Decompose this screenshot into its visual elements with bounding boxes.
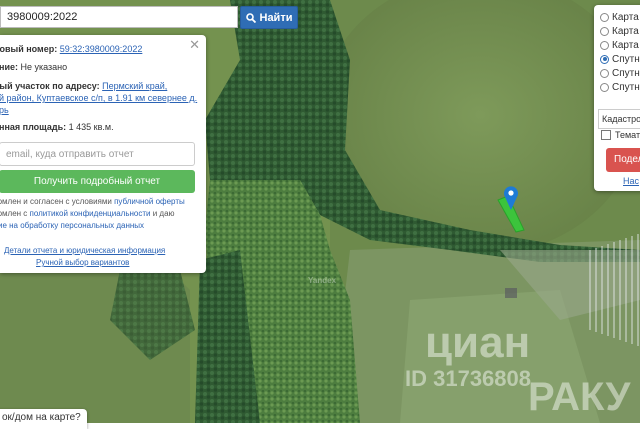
terms-line-2-end: и даю [150,209,175,218]
report-details-link[interactable]: Детали отчета и юридическая информация [4,246,165,255]
radio-button-checked[interactable] [600,54,609,64]
map-pin-icon[interactable] [503,185,519,211]
address-link-1[interactable]: Пермский край, [102,81,167,91]
privacy-link[interactable]: политикой конфиденциальности [30,209,151,218]
get-report-button[interactable]: Получить подробный отчет [0,170,195,193]
find-house-on-map-button[interactable]: ок/дом на карте? [0,409,87,429]
radio-button[interactable] [600,26,609,36]
area-value: 1 435 кв.м. [68,122,114,132]
address-link-3[interactable]: арь [0,105,9,115]
address-label: ный участок по адресу: [0,81,100,91]
brand-watermark: РАКУ [528,375,631,419]
address-row: ный участок по адресу: Пермский край, ий… [0,80,197,116]
share-button[interactable]: Подел [606,148,640,172]
settings-link[interactable]: Нас [623,176,639,186]
layer-panel: Карта Карта Карта Спутн Спутн Спутн Када… [594,5,640,191]
cadastral-number-link[interactable]: 59:32:3980009:2022 [60,44,143,54]
listing-id-watermark: ID 31736808 [405,366,531,391]
layer-option[interactable]: Карта [600,39,639,51]
layer-label: Спутн [612,81,640,93]
find-button-label: Найти [259,11,293,24]
offer-link[interactable]: публичной оферты [114,197,185,206]
layer-option-selected[interactable]: Спутн [600,53,640,65]
search-input[interactable]: 3980009:2022 [0,6,238,28]
thematic-label: Темати [615,130,640,140]
radio-button[interactable] [600,40,609,50]
kadastr-select[interactable]: Кадастров [598,109,640,129]
radio-button[interactable] [600,12,609,22]
radio-button[interactable] [600,68,609,78]
layer-label: Спутн [612,67,640,79]
terms-line-2: комлен с [0,209,28,218]
thematic-toggle[interactable]: Темати [601,130,640,140]
layer-option[interactable]: Спутн [600,67,640,79]
cadastral-number-row: ровый номер: 59:32:3980009:2022 [0,43,194,55]
manual-choice-link[interactable]: Ручной выбор вариантов [36,258,129,267]
purpose-label: ение: [0,62,18,72]
layer-label: Карта [612,25,639,37]
cian-watermark: циан [425,318,531,367]
search-icon [245,12,256,23]
layer-option[interactable]: Карта [600,25,639,37]
layer-option[interactable]: Спутн [600,81,640,93]
radio-button[interactable] [600,82,609,92]
plot-info-popup: ✕ ровый номер: 59:32:3980009:2022 ение: … [0,35,206,273]
area-label: енная площадь: [0,122,67,132]
cadastral-label: ровый номер: [0,44,58,54]
layer-label: Карта [612,11,639,23]
email-input[interactable]: email, куда отправить отчет [0,142,195,166]
purpose-row: ение: Не указано [0,61,194,73]
layer-label: Карта [612,39,639,51]
layer-option[interactable]: Карта [600,11,639,23]
address-link-2[interactable]: ий район, Куптаевское с/п, в 1.91 км сев… [0,93,197,103]
terms-line-1: комлен и согласен с условиями [0,197,115,206]
layer-label: Спутн [612,53,640,65]
find-button[interactable]: Найти [240,6,298,29]
yandex-watermark: Yandex [308,276,337,285]
area-row: енная площадь: 1 435 кв.м. [0,121,194,133]
terms-text: комлен и согласен с условиями публичной … [0,196,194,232]
personal-data-link[interactable]: сие на обработку персональных данных [0,221,144,230]
purpose-value: Не указано [20,62,68,72]
thematic-checkbox[interactable] [601,130,611,140]
